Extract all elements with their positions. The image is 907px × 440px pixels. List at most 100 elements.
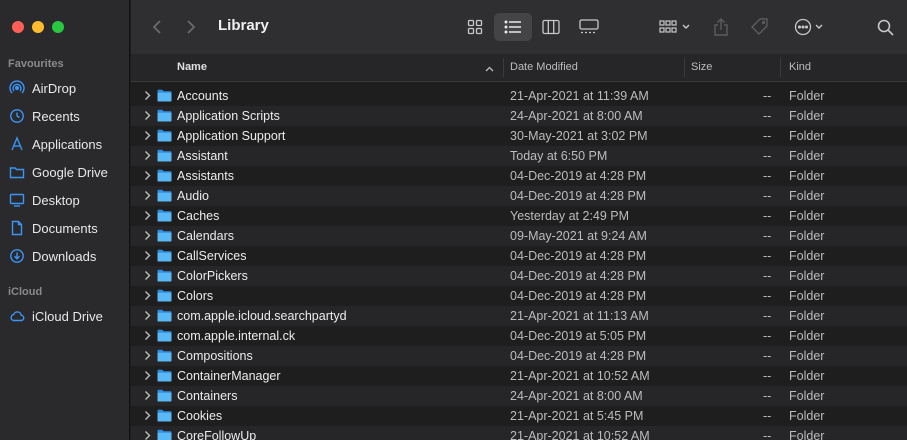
table-row[interactable]: ColorPickers 04-Dec-2019 at 4:28 PM -- Fold… bbox=[131, 266, 907, 286]
table-row[interactable]: CoreFollowUp 21-Apr-2021 at 10:52 AM -- Fol… bbox=[131, 426, 907, 440]
column-view-button[interactable] bbox=[535, 14, 567, 40]
table-row[interactable]: Assistants 04-Dec-2019 at 4:28 PM -- Folder bbox=[131, 166, 907, 186]
table-row[interactable]: Cookies 21-Apr-2021 at 5:45 PM -- Folder bbox=[131, 406, 907, 426]
disclosure-triangle-icon[interactable] bbox=[144, 150, 154, 162]
share-button[interactable] bbox=[709, 13, 733, 41]
list-view-icon bbox=[504, 20, 522, 34]
file-name: CallServices bbox=[177, 249, 247, 263]
table-row[interactable]: Caches Yesterday at 2:49 PM -- Folder bbox=[131, 206, 907, 226]
disclosure-triangle-icon[interactable] bbox=[144, 90, 154, 102]
column-separator[interactable] bbox=[684, 58, 685, 77]
file-name: Audio bbox=[177, 189, 209, 203]
file-kind: Folder bbox=[789, 369, 825, 383]
disclosure-triangle-icon[interactable] bbox=[144, 170, 154, 182]
file-size: -- bbox=[763, 269, 772, 283]
icon-view-button[interactable] bbox=[459, 14, 491, 40]
more-actions-button[interactable] bbox=[787, 13, 829, 41]
file-kind: Folder bbox=[789, 269, 825, 283]
file-name: Accounts bbox=[177, 89, 229, 103]
disclosure-triangle-icon[interactable] bbox=[144, 350, 154, 362]
column-header: Name Date Modified Size Kind bbox=[131, 54, 907, 82]
column-date-header[interactable]: Date Modified bbox=[510, 61, 578, 73]
window-title: Library bbox=[218, 17, 269, 34]
file-kind: Folder bbox=[789, 429, 825, 440]
sidebar-item-airdrop[interactable]: AirDrop bbox=[8, 76, 126, 100]
file-size: -- bbox=[763, 189, 772, 203]
icon-view-icon bbox=[467, 19, 483, 35]
file-name: Application Scripts bbox=[177, 109, 280, 123]
folder-icon bbox=[157, 389, 172, 402]
back-button[interactable] bbox=[147, 16, 167, 38]
column-size-header[interactable]: Size bbox=[691, 61, 712, 73]
file-size: -- bbox=[763, 89, 772, 103]
disclosure-triangle-icon[interactable] bbox=[144, 370, 154, 382]
table-row[interactable]: Compositions 04-Dec-2019 at 4:28 PM -- Fold… bbox=[131, 346, 907, 366]
disclosure-triangle-icon[interactable] bbox=[144, 290, 154, 302]
folder-icon bbox=[157, 269, 172, 282]
search-button[interactable] bbox=[873, 15, 897, 39]
list-view-button[interactable] bbox=[494, 13, 532, 41]
table-row[interactable]: Colors 04-Dec-2019 at 4:28 PM -- Folder bbox=[131, 286, 907, 306]
disclosure-triangle-icon[interactable] bbox=[144, 230, 154, 242]
finder-window: Favourites AirDrop Recents Applications … bbox=[0, 0, 907, 440]
sidebar-item-downloads[interactable]: Downloads bbox=[8, 244, 126, 268]
file-kind: Folder bbox=[789, 189, 825, 203]
table-row[interactable]: Application Support 30-May-2021 at 3:02 P… bbox=[131, 126, 907, 146]
table-row[interactable]: Application Scripts 24-Apr-2021 at 8:00 A… bbox=[131, 106, 907, 126]
table-row[interactable]: com.apple.internal.ck 04-Dec-2019 at 5:05… bbox=[131, 326, 907, 346]
folder-icon bbox=[157, 89, 172, 102]
disclosure-triangle-icon[interactable] bbox=[144, 210, 154, 222]
sidebar-item-desktop[interactable]: Desktop bbox=[8, 188, 126, 212]
date-modified: Today at 6:50 PM bbox=[510, 149, 608, 163]
tag-icon bbox=[750, 17, 770, 37]
folder-icon bbox=[157, 369, 172, 382]
forward-button[interactable] bbox=[181, 16, 201, 38]
disclosure-triangle-icon[interactable] bbox=[144, 110, 154, 122]
table-row[interactable]: Audio 04-Dec-2019 at 4:28 PM -- Folder bbox=[131, 186, 907, 206]
sidebar-item-applications[interactable]: Applications bbox=[8, 132, 126, 156]
file-size: -- bbox=[763, 429, 772, 440]
sort-ascending-icon bbox=[485, 63, 494, 75]
column-name-header[interactable]: Name bbox=[177, 61, 207, 73]
table-row[interactable]: com.apple.icloud.searchpartyd 21-Apr-2021… bbox=[131, 306, 907, 326]
sidebar-item-recents[interactable]: Recents bbox=[8, 104, 126, 128]
column-separator[interactable] bbox=[503, 58, 504, 77]
gallery-view-button[interactable] bbox=[573, 14, 605, 40]
file-kind: Folder bbox=[789, 209, 825, 223]
zoom-window-button[interactable] bbox=[52, 21, 64, 33]
sidebar-item-label: Downloads bbox=[32, 248, 97, 264]
disclosure-triangle-icon[interactable] bbox=[144, 190, 154, 202]
column-separator[interactable] bbox=[780, 58, 781, 77]
table-row[interactable]: CallServices 04-Dec-2019 at 4:28 PM -- Fold… bbox=[131, 246, 907, 266]
sidebar-item-icloud-drive[interactable]: iCloud Drive bbox=[8, 304, 126, 328]
group-button[interactable] bbox=[653, 14, 695, 40]
table-row[interactable]: Assistant Today at 6:50 PM -- Folder bbox=[131, 146, 907, 166]
disclosure-triangle-icon[interactable] bbox=[144, 250, 154, 262]
cloud-icon bbox=[8, 307, 26, 325]
column-kind-header[interactable]: Kind bbox=[789, 61, 811, 73]
file-name: Calendars bbox=[177, 229, 234, 243]
close-window-button[interactable] bbox=[12, 21, 24, 33]
back-icon bbox=[152, 19, 162, 35]
sidebar-item-google-drive[interactable]: Google Drive bbox=[8, 160, 126, 184]
tag-button[interactable] bbox=[747, 13, 773, 41]
table-row[interactable]: Containers 24-Apr-2021 at 8:00 AM -- Folder bbox=[131, 386, 907, 406]
sidebar-item-label: Recents bbox=[32, 108, 80, 124]
file-kind: Folder bbox=[789, 89, 825, 103]
minimize-window-button[interactable] bbox=[32, 21, 44, 33]
disclosure-triangle-icon[interactable] bbox=[144, 330, 154, 342]
disclosure-triangle-icon[interactable] bbox=[144, 310, 154, 322]
table-row[interactable]: Accounts 21-Apr-2021 at 11:39 AM -- Folder bbox=[131, 86, 907, 106]
date-modified: 30-May-2021 at 3:02 PM bbox=[510, 129, 648, 143]
disclosure-triangle-icon[interactable] bbox=[144, 270, 154, 282]
disclosure-triangle-icon[interactable] bbox=[144, 390, 154, 402]
file-kind: Folder bbox=[789, 109, 825, 123]
disclosure-triangle-icon[interactable] bbox=[144, 410, 154, 422]
file-size: -- bbox=[763, 369, 772, 383]
table-row[interactable]: ContainerManager 21-Apr-2021 at 10:52 AM -… bbox=[131, 366, 907, 386]
file-name: Colors bbox=[177, 289, 214, 303]
table-row[interactable]: Calendars 09-May-2021 at 9:24 AM -- Folder bbox=[131, 226, 907, 246]
disclosure-triangle-icon[interactable] bbox=[144, 130, 154, 142]
sidebar-item-documents[interactable]: Documents bbox=[8, 216, 126, 240]
disclosure-triangle-icon[interactable] bbox=[144, 430, 154, 440]
